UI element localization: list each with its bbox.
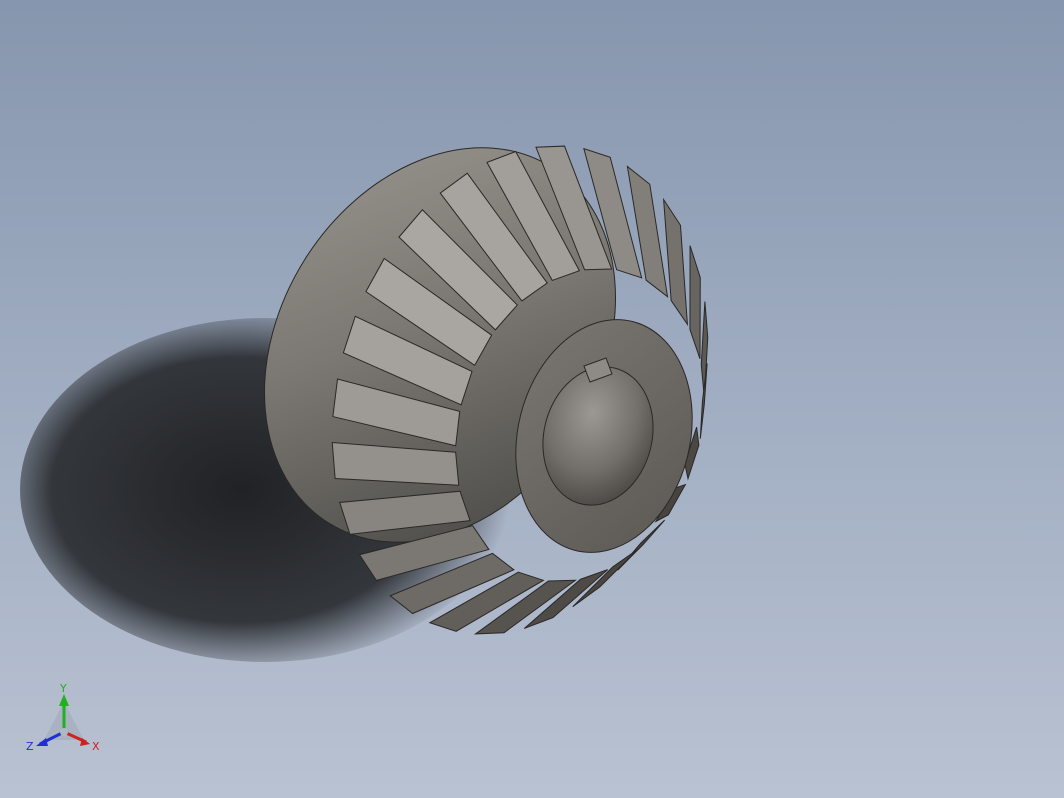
- triad-y-arrow-icon: [59, 694, 69, 706]
- gear-tooth[interactable]: [626, 165, 669, 298]
- gear-tooth[interactable]: [572, 548, 639, 608]
- triad-x-label: X: [92, 740, 100, 753]
- triad-z-arrow-icon: [36, 738, 48, 746]
- triad-z-label: Z: [26, 740, 34, 753]
- triad-y-label: Y: [59, 682, 67, 695]
- triad-origin-icon: [60, 728, 68, 736]
- graphics-viewport[interactable]: Y X Z: [0, 0, 1064, 798]
- gear-tooth[interactable]: [689, 245, 701, 359]
- reference-triad[interactable]: Y X Z: [24, 680, 114, 760]
- gear-tooth[interactable]: [662, 197, 689, 327]
- gear-model-scene[interactable]: [0, 0, 1064, 798]
